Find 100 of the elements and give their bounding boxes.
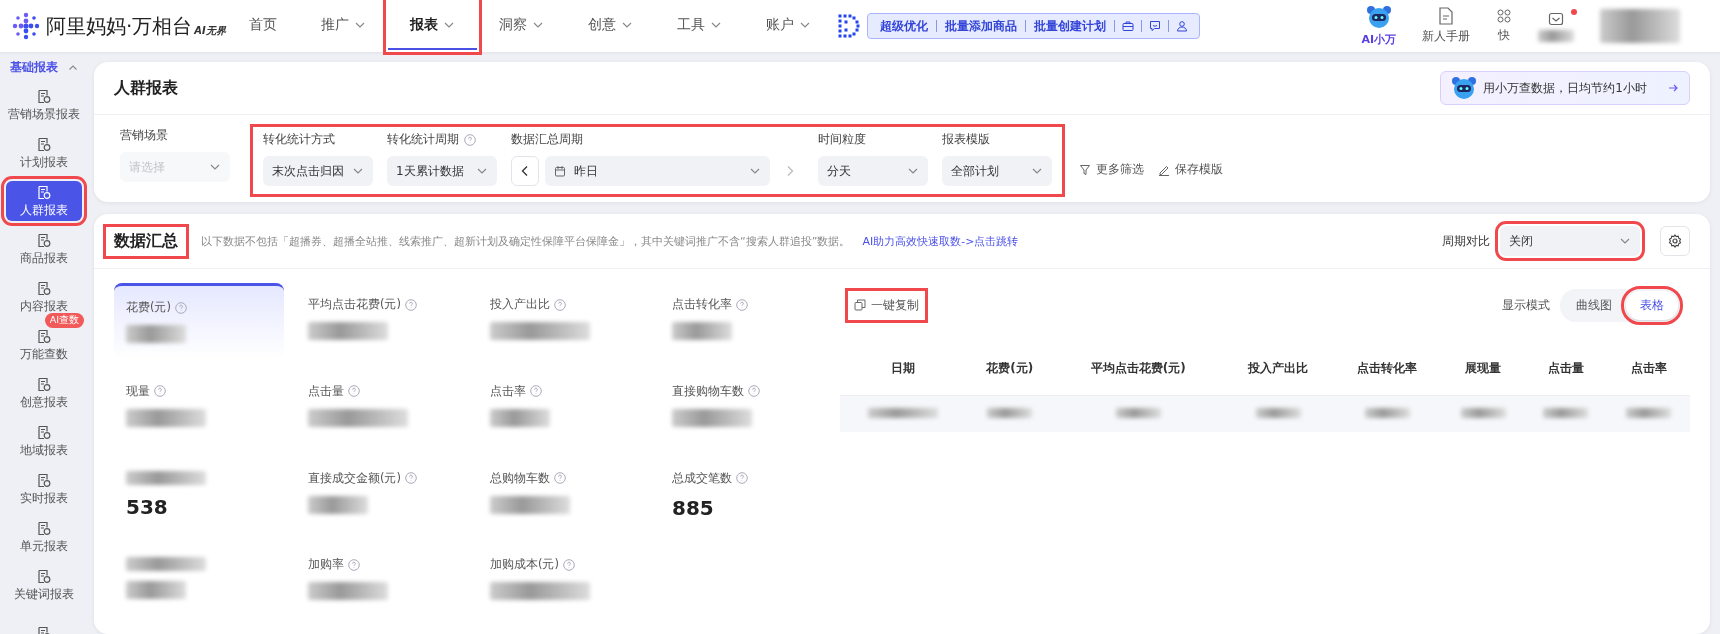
assistant-tip-button[interactable]: 用小万查数据，日均节约1小时 — [1440, 71, 1690, 105]
select-field[interactable]: 分天 — [818, 156, 928, 186]
report-icon — [37, 472, 51, 488]
previous-button[interactable] — [511, 156, 539, 186]
filter-label: 转化统计周期 — [387, 131, 459, 148]
sidebar-item[interactable]: 地域报表 — [6, 421, 82, 461]
metric-card[interactable]: 538 — [114, 456, 284, 533]
section-toggle[interactable]: 基础报表 — [4, 58, 84, 77]
blurred-cell — [987, 408, 1033, 418]
column-header: 投入产出比 — [1223, 341, 1333, 396]
metric-label: 直接成交金额(元) — [308, 470, 401, 486]
header-link[interactable]: 快 — [1498, 27, 1510, 44]
header-link[interactable]: 新人手册 — [1422, 28, 1470, 45]
metric-card[interactable]: 点击率 — [478, 369, 648, 446]
filter-label: 转化统计方式 — [263, 131, 335, 148]
metric-card[interactable]: 平均点击花费(元) — [296, 283, 466, 359]
select-field[interactable]: 末次点击归因 — [263, 156, 373, 186]
metric-card[interactable]: 总购物车数 — [478, 456, 648, 533]
metric-label: 点击率 — [490, 383, 526, 399]
sidebar-item[interactable]: 万能查数 — [6, 325, 82, 365]
sidebar-item[interactable]: 实时报表 — [6, 469, 82, 509]
nav-tab[interactable]: 工具 — [655, 2, 744, 50]
toolbar-link[interactable]: 保存模版 — [1158, 161, 1223, 186]
section-title: 数据汇总 — [103, 223, 189, 259]
column-header: 点击转化率 — [1332, 341, 1442, 396]
briefcase-icon[interactable] — [1122, 20, 1134, 32]
metric-card[interactable]: 加购率 — [296, 543, 466, 620]
metric-label: 平均点击花费(元) — [308, 297, 401, 312]
help-icon — [154, 385, 166, 398]
column-header: 点击率 — [1607, 341, 1690, 396]
header-link[interactable]: AI小万 — [1361, 32, 1396, 47]
sidebar-item[interactable]: 单元报表 — [6, 517, 82, 557]
select-field[interactable]: 1天累计数据 — [387, 156, 497, 186]
metric-label: 总成交笔数 — [672, 470, 732, 486]
metric-card[interactable]: 现量 — [114, 369, 284, 446]
message-icon — [1548, 10, 1564, 27]
blurred-text — [1538, 29, 1574, 42]
sidebar-item[interactable]: 计划报表 — [6, 133, 82, 173]
quick-action-link[interactable]: 批量添加商品 — [937, 17, 1025, 35]
select-field[interactable]: 全部计划 — [942, 156, 1052, 186]
compare-label: 周期对比 — [1442, 232, 1490, 250]
blurred-value — [672, 322, 732, 340]
report-icon — [37, 232, 51, 248]
nav-tab[interactable]: 洞察 — [477, 2, 566, 50]
blurred-cell — [868, 408, 939, 418]
notification-dot — [1571, 8, 1577, 15]
help-icon — [348, 558, 360, 571]
nav-tab[interactable]: 报表 — [388, 2, 477, 50]
blurred-value — [126, 325, 186, 343]
metric-card[interactable]: 直接购物车数 — [660, 369, 830, 446]
view-mode-option[interactable]: 曲线图 — [1562, 290, 1626, 320]
sidebar-item[interactable]: 创意报表 — [6, 373, 82, 413]
nav-tab[interactable]: 账户 — [744, 2, 833, 50]
jump-link[interactable]: AI助力高效快速取数->点击跳转 — [862, 233, 1019, 249]
metric-value: 538 — [126, 494, 169, 519]
copy-icon — [854, 299, 866, 311]
metric-label: 直接购物车数 — [672, 383, 744, 399]
sidebar-item[interactable]: 营销场景报表 — [6, 85, 82, 125]
quick-action-link[interactable]: 超级优化 — [872, 17, 936, 35]
pencil-icon — [1158, 163, 1170, 176]
date-select[interactable]: 昨日 — [545, 156, 770, 186]
nav-tab[interactable]: 首页 — [227, 2, 299, 50]
column-header: 展现量 — [1441, 341, 1525, 396]
metric-card[interactable]: 点击转化率 — [660, 283, 830, 359]
help-icon — [405, 298, 417, 311]
report-icon — [37, 328, 51, 344]
blurred-cell — [1364, 408, 1410, 418]
calendar-icon — [554, 165, 566, 177]
metric-card[interactable]: 总成交笔数 885 — [660, 456, 830, 533]
sidebar-item[interactable]: 关键词报表 — [6, 565, 82, 605]
robot-mascot-icon — [1451, 76, 1478, 100]
column-header: 点击量 — [1524, 341, 1608, 396]
blurred-value — [126, 581, 186, 600]
help-icon — [736, 298, 748, 311]
metric-label: 点击量 — [308, 383, 344, 399]
quick-action-link[interactable]: 批量创建计划 — [1026, 17, 1114, 35]
help-icon — [464, 133, 476, 146]
grid-icon — [1496, 8, 1512, 24]
blurred-cell — [1626, 408, 1672, 418]
metric-label: 加购成本(元) — [490, 557, 559, 573]
user-icon[interactable] — [1176, 20, 1188, 32]
copy-button[interactable]: 一键复制 — [850, 292, 923, 318]
metric-card[interactable]: 点击量 — [296, 369, 466, 446]
metric-card[interactable]: 投入产出比 — [478, 283, 648, 359]
metric-label: 点击转化率 — [672, 297, 732, 312]
settings-button[interactable] — [1660, 226, 1690, 256]
help-icon — [348, 385, 360, 398]
nav-tab[interactable]: 推广 — [299, 2, 388, 50]
toolbar-link[interactable]: 更多筛选 — [1079, 161, 1144, 186]
filter-label: 报表模版 — [942, 131, 990, 148]
view-mode-label: 显示模式 — [1502, 297, 1550, 313]
chat-icon[interactable] — [1149, 20, 1161, 32]
blurred-cell — [1115, 408, 1161, 418]
sidebar-item[interactable]: 商品报表 — [6, 229, 82, 269]
nav-tab[interactable]: 创意 — [566, 2, 655, 50]
metric-value: 885 — [672, 495, 715, 520]
dotted-logo-icon[interactable] — [837, 13, 861, 39]
page-title: 人群报表 — [114, 77, 178, 99]
metric-card[interactable]: 直接成交金额(元) — [296, 456, 466, 533]
metric-card[interactable]: 加购成本(元) — [478, 543, 648, 620]
